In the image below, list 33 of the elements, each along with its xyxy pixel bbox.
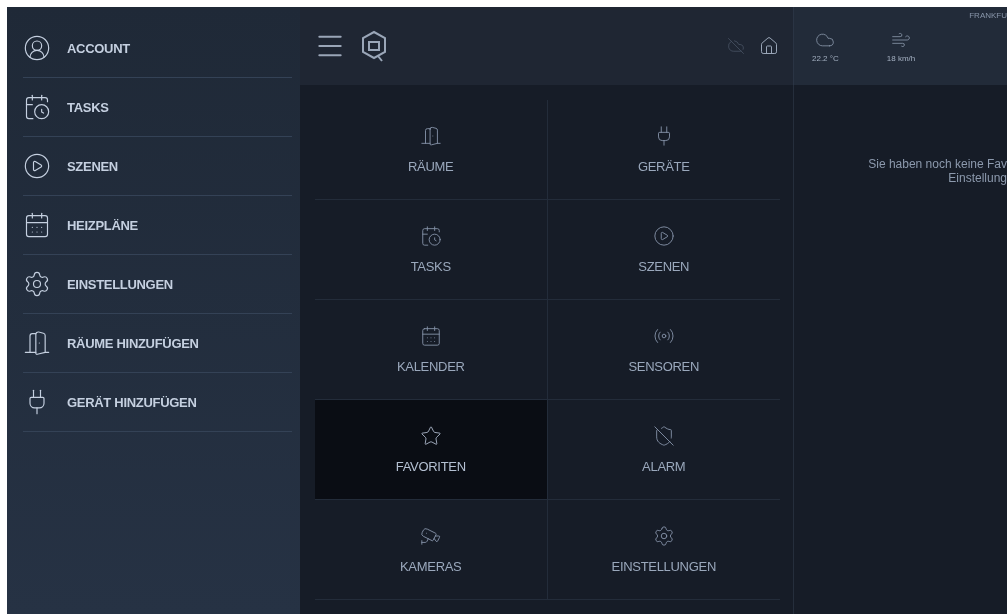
calendar-icon [23, 211, 51, 239]
sidebar-item[interactable]: GERÄT HINZUFÜGEN [23, 373, 292, 432]
door-icon [23, 329, 51, 357]
sidebar-item[interactable]: ACCOUNT [23, 19, 292, 78]
play-circle-icon [652, 225, 675, 247]
calendar-clock-icon [23, 93, 51, 121]
empty-message: Sie haben noch keine Fav [868, 157, 1007, 171]
wind-icon [891, 30, 911, 50]
star-icon [419, 425, 442, 447]
empty-message: Einstellung [948, 171, 1007, 185]
settings-icon [652, 525, 675, 547]
home-icon[interactable] [759, 36, 779, 56]
sidebar-item[interactable]: EINSTELLUNGEN [23, 255, 292, 314]
menu-tile[interactable]: FAVORITEN [315, 400, 548, 500]
cctv-icon [419, 525, 442, 547]
menu-tile[interactable]: RÄUME [315, 100, 548, 200]
sidebar-item[interactable]: TASKS [23, 78, 292, 137]
menu-tile[interactable]: TASKS [315, 200, 548, 300]
calendar-clock-icon [419, 225, 442, 247]
menu-tile[interactable]: KALENDER [315, 300, 548, 400]
sidebar-item[interactable]: HEIZPLÄNE [23, 196, 292, 255]
shield-off-icon [652, 425, 675, 447]
cloud-off-icon [727, 37, 745, 55]
door-icon [419, 125, 442, 147]
settings-icon [23, 270, 51, 298]
play-circle-icon [23, 152, 51, 180]
user-icon [23, 34, 51, 62]
menu-tile[interactable]: KAMERAS [315, 500, 548, 600]
calendar-icon [419, 325, 442, 347]
weather-panel: FRANKFU 22.2 °C 18 km/h [793, 7, 1007, 85]
sidebar-item[interactable]: SZENEN [23, 137, 292, 196]
logo-icon [360, 30, 388, 62]
sidebar-item[interactable]: RÄUME HINZUFÜGEN [23, 314, 292, 373]
